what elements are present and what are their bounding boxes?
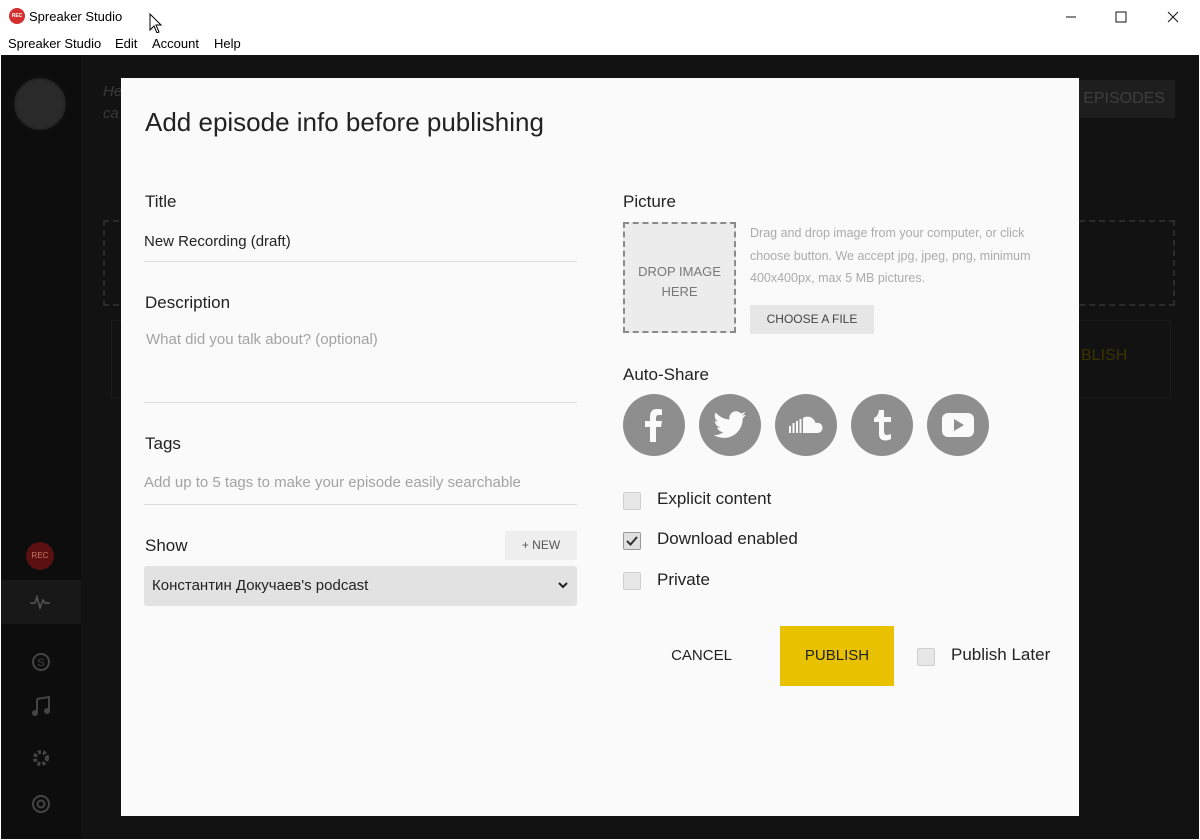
publish-later-label: Publish Later: [951, 645, 1051, 664]
drop-zone-text: DROP IMAGE HERE: [625, 262, 734, 302]
publish-dialog: Add episode info before publishing Title…: [121, 78, 1079, 816]
rec-button[interactable]: REC: [26, 542, 54, 570]
youtube-share-button[interactable]: [927, 394, 989, 456]
chevron-down-icon: [558, 582, 568, 589]
show-select[interactable]: Константин Докучаев's podcast: [144, 566, 577, 606]
publish-later-checkbox[interactable]: [917, 648, 935, 666]
title-bar: REC Spreaker Studio: [0, 0, 1200, 34]
picture-label: Picture: [623, 192, 676, 211]
maximize-icon: [1115, 11, 1127, 22]
minimize-icon: [1066, 16, 1076, 17]
menu-account[interactable]: Account: [152, 36, 199, 51]
title-underline: [144, 261, 577, 262]
tumblr-share-button[interactable]: [851, 394, 913, 456]
soundcloud-share-button[interactable]: [775, 394, 837, 456]
close-button[interactable]: [1150, 0, 1196, 33]
publish-button[interactable]: PUBLISH: [780, 626, 894, 686]
facebook-icon: [645, 409, 662, 442]
menu-help[interactable]: Help: [214, 36, 241, 51]
skype-icon[interactable]: S: [28, 652, 54, 678]
show-label: Show: [145, 536, 188, 555]
sidebar-item-active[interactable]: [1, 580, 81, 624]
picture-help-text: Drag and drop image from your computer, …: [750, 226, 1031, 285]
tags-label: Tags: [145, 434, 181, 453]
auto-share-label: Auto-Share: [623, 365, 709, 384]
close-icon: [1167, 11, 1179, 22]
new-show-button[interactable]: + NEW: [505, 531, 577, 560]
gear-icon[interactable]: [28, 748, 54, 774]
show-select-value: Константин Докучаев's podcast: [152, 577, 369, 594]
cancel-button[interactable]: CANCEL: [649, 626, 754, 686]
checkmark-icon: [626, 536, 638, 546]
dialog-title: Add episode info before publishing: [145, 107, 544, 137]
tags-input[interactable]: Add up to 5 tags to make your episode ea…: [144, 474, 521, 491]
twitter-icon: [713, 411, 746, 438]
sidebar: REC S: [1, 55, 81, 839]
waveform-icon: [30, 594, 50, 611]
mouse-cursor-icon: [149, 13, 163, 34]
soundcloud-icon: [789, 416, 823, 433]
description-input[interactable]: What did you talk about? (optional): [146, 331, 378, 348]
download-enabled-label: Download enabled: [657, 529, 798, 548]
private-checkbox[interactable]: [623, 572, 641, 590]
tags-underline: [144, 504, 577, 505]
download-enabled-checkbox[interactable]: [623, 532, 641, 550]
explicit-content-label: Explicit content: [657, 489, 772, 508]
private-label: Private: [657, 570, 710, 589]
menu-spreaker-studio[interactable]: Spreaker Studio: [8, 36, 101, 51]
app-logo-icon: REC: [9, 8, 25, 24]
image-drop-zone[interactable]: DROP IMAGE HERE: [623, 222, 736, 333]
choose-file-button[interactable]: CHOOSE A FILE: [750, 305, 874, 334]
youtube-icon: [942, 413, 974, 437]
svg-text:S: S: [37, 657, 44, 669]
facebook-share-button[interactable]: [623, 394, 685, 456]
window-title: Spreaker Studio: [29, 9, 123, 24]
explicit-content-checkbox[interactable]: [623, 492, 641, 510]
drop-zone-text-line2: HERE: [661, 284, 698, 299]
description-label: Description: [145, 293, 231, 312]
title-label: Title: [145, 192, 177, 211]
maximize-button[interactable]: [1098, 0, 1144, 33]
drop-zone-text-line1: DROP IMAGE: [638, 264, 721, 279]
minimize-button[interactable]: [1048, 0, 1094, 33]
title-input[interactable]: New Recording (draft): [144, 233, 291, 250]
help-lifebuoy-icon[interactable]: [28, 794, 54, 820]
menu-bar: Spreaker Studio Edit Account Help: [0, 33, 1200, 55]
menu-edit[interactable]: Edit: [115, 36, 137, 51]
avatar[interactable]: [14, 78, 66, 130]
background-publish-text: BLISH: [1081, 347, 1128, 364]
description-underline: [144, 402, 577, 403]
music-icon[interactable]: [28, 695, 54, 724]
twitter-share-button[interactable]: [699, 394, 761, 456]
tumblr-icon: [874, 410, 891, 441]
